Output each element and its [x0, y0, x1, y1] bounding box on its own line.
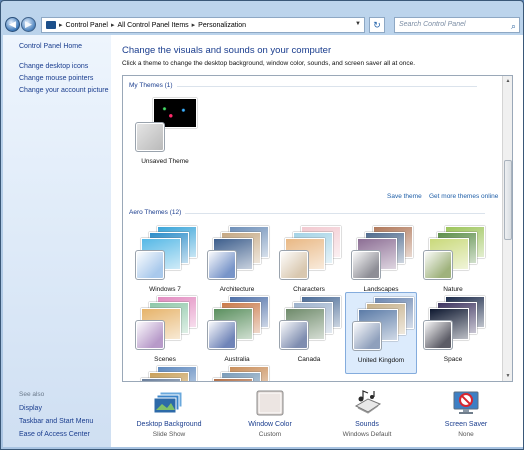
- theme-preview: [277, 296, 341, 352]
- left-pane: Control Panel Home Change desktop icons …: [3, 35, 111, 447]
- desktop-background-label[interactable]: Desktop Background: [129, 421, 209, 428]
- change-desktop-icons-link[interactable]: Change desktop icons: [19, 63, 88, 70]
- window-color-item[interactable]: Window Color Custom: [230, 390, 310, 438]
- theme-preview: [133, 296, 197, 352]
- theme-glass-swatch: [135, 250, 165, 280]
- scroll-thumb[interactable]: [504, 160, 512, 240]
- scroll-up-icon[interactable]: ▲: [504, 77, 512, 85]
- address-bar[interactable]: ▸ Control Panel ▸ All Control Panel Item…: [41, 17, 365, 33]
- search-placeholder: Search Control Panel: [399, 21, 466, 28]
- theme-preview: [205, 226, 269, 282]
- theme-preview: [133, 226, 197, 282]
- sounds-item[interactable]: Sounds Windows Default: [327, 390, 407, 438]
- desktop-background-item[interactable]: Desktop Background Slide Show: [129, 390, 209, 438]
- theme-united-states[interactable]: United States: [129, 362, 201, 381]
- theme-preview: [205, 366, 269, 381]
- screen-saver-label[interactable]: Screen Saver: [426, 421, 506, 428]
- back-button[interactable]: ◀: [5, 17, 20, 32]
- sounds-value: Windows Default: [342, 431, 392, 438]
- theme-preview: [349, 226, 413, 282]
- taskbar-start-menu-link[interactable]: Taskbar and Start Menu: [19, 418, 93, 425]
- theme-canada[interactable]: Canada: [273, 292, 345, 374]
- window-color-label[interactable]: Window Color: [230, 421, 310, 428]
- screen-saver-item[interactable]: Screen Saver None: [426, 390, 506, 438]
- change-account-picture-link[interactable]: Change your account picture: [19, 87, 109, 94]
- search-icon[interactable]: ⌕: [511, 19, 516, 33]
- breadcrumb-separator[interactable]: ▸: [192, 21, 196, 29]
- forward-button[interactable]: ▶: [21, 17, 36, 32]
- refresh-icon: ↻: [373, 20, 381, 30]
- theme-preview: [133, 98, 197, 154]
- theme-glass-swatch: [279, 320, 309, 350]
- page-subtitle: Click a theme to change the desktop back…: [122, 60, 416, 67]
- refresh-button[interactable]: ↻: [369, 17, 385, 33]
- theme-glass-swatch: [135, 122, 165, 152]
- breadcrumb-separator[interactable]: ▸: [59, 21, 63, 29]
- ease-of-access-link[interactable]: Ease of Access Center: [19, 431, 90, 438]
- control-panel-icon: [46, 21, 56, 29]
- theme-name: Space: [443, 356, 463, 363]
- title-bar: ◀ ▶ ▸ Control Panel ▸ All Control Panel …: [1, 1, 523, 35]
- theme-glass-swatch: [352, 321, 382, 351]
- breadcrumb-personalization[interactable]: Personalization: [198, 22, 246, 29]
- theme-preview: [421, 226, 485, 282]
- display-link[interactable]: Display: [19, 405, 42, 412]
- breadcrumb-control-panel[interactable]: Control Panel: [66, 22, 108, 29]
- main-pane: Change the visuals and sounds on your co…: [111, 35, 523, 447]
- themes-list[interactable]: My Themes (1) Unsaved Theme Save theme G…: [122, 75, 513, 382]
- theme-glass-swatch: [207, 320, 237, 350]
- breadcrumb-separator[interactable]: ▸: [111, 21, 115, 29]
- theme-space[interactable]: Space: [417, 292, 489, 374]
- theme-glass-swatch: [135, 320, 165, 350]
- theme-glass-swatch: [423, 320, 453, 350]
- screen-saver-value: None: [458, 431, 474, 438]
- aero-themes-header: Aero Themes (12): [129, 209, 488, 216]
- screen-saver-icon: [453, 391, 479, 414]
- my-themes-header: My Themes (1): [129, 82, 474, 89]
- change-mouse-pointers-link[interactable]: Change mouse pointers: [19, 75, 93, 82]
- theme-name: United Kingdom: [357, 357, 405, 364]
- theme-preview: [133, 366, 197, 381]
- window-color-icon: [256, 390, 284, 416]
- get-more-themes-link[interactable]: Get more themes online: [429, 193, 498, 200]
- desktop-background-icon: [153, 391, 183, 414]
- bottom-settings-bar: Desktop Background Slide Show Window Col…: [111, 382, 523, 447]
- vertical-scrollbar[interactable]: ▲ ▼: [502, 76, 512, 381]
- theme-preview: [205, 296, 269, 352]
- theme-south-africa[interactable]: South Africa: [201, 362, 273, 381]
- sounds-label[interactable]: Sounds: [327, 421, 407, 428]
- see-also-heading: See also: [19, 391, 45, 398]
- theme-name: Canada: [297, 356, 321, 363]
- window-color-value: Custom: [258, 431, 282, 438]
- theme-glass-swatch: [423, 250, 453, 280]
- theme-name: Unsaved Theme: [141, 158, 189, 165]
- scroll-down-icon[interactable]: ▼: [504, 372, 512, 380]
- save-theme-link[interactable]: Save theme: [387, 193, 422, 200]
- page-title: Change the visuals and sounds on your co…: [122, 45, 332, 56]
- chevron-down-icon[interactable]: ▼: [355, 21, 361, 27]
- theme-preview: [421, 296, 485, 352]
- search-input[interactable]: Search Control Panel ⌕: [394, 17, 520, 33]
- theme-glass-swatch: [207, 250, 237, 280]
- theme-glass-swatch: [279, 250, 309, 280]
- personalization-window: ◀ ▶ ▸ Control Panel ▸ All Control Panel …: [0, 0, 524, 450]
- control-panel-home-link[interactable]: Control Panel Home: [19, 43, 82, 50]
- theme-unsaved[interactable]: Unsaved Theme: [129, 94, 201, 176]
- desktop-background-value: Slide Show: [152, 431, 186, 438]
- theme-preview: [350, 297, 414, 353]
- breadcrumb-all-items[interactable]: All Control Panel Items: [117, 22, 188, 29]
- theme-glass-swatch: [351, 250, 381, 280]
- theme-preview: [277, 226, 341, 282]
- sounds-icon: [354, 390, 382, 414]
- theme-united-kingdom[interactable]: United Kingdom: [345, 292, 417, 374]
